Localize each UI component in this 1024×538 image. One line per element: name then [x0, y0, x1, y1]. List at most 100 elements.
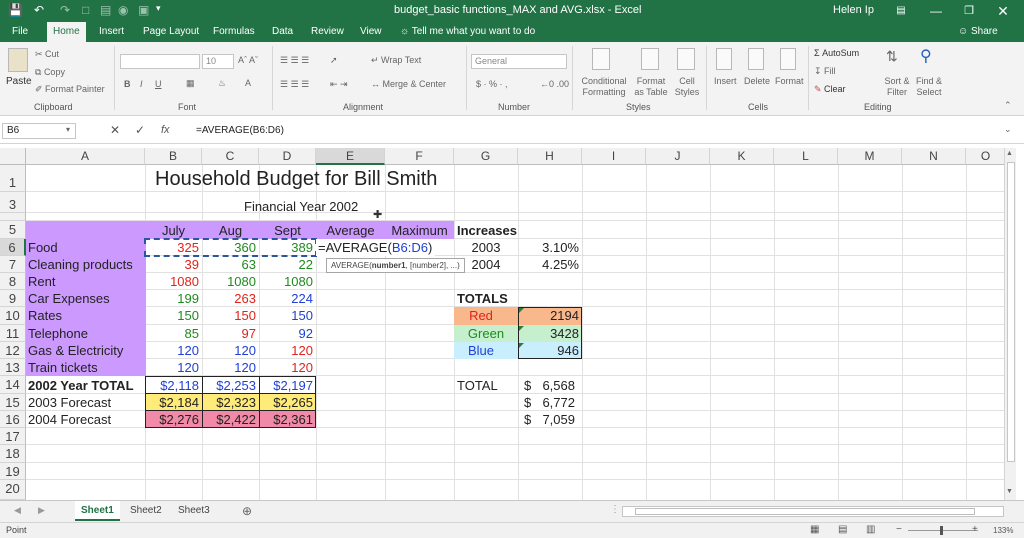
print-icon[interactable]: ▤ [100, 3, 111, 17]
merge-center-button[interactable]: ↔ Merge & Center [371, 79, 446, 89]
format-painter-button[interactable]: ✐ Format Painter [35, 84, 105, 95]
column-header[interactable]: E [316, 148, 385, 165]
tab-file[interactable]: File [12, 22, 28, 42]
delete-button[interactable]: Delete [744, 76, 770, 86]
tab-insert[interactable]: Insert [99, 22, 124, 42]
redo-icon[interactable]: ↷ [60, 3, 70, 17]
grand-total-value[interactable]: 7,059 [518, 411, 578, 428]
totals-value[interactable]: 3428 [518, 325, 582, 342]
row-header[interactable]: 12 [0, 342, 26, 359]
insert-cells-icon[interactable] [716, 48, 732, 70]
prev-sheet-icon[interactable]: ◀ [14, 505, 21, 516]
align-top-icon[interactable]: ☰ ☰ ☰ [280, 55, 309, 66]
column-header[interactable]: O [966, 148, 1006, 165]
column-header[interactable]: F [385, 148, 454, 165]
undo-icon[interactable]: ↶ [34, 3, 44, 17]
underline-icon[interactable]: U [155, 79, 162, 89]
column-header[interactable]: D [259, 148, 316, 165]
format-cells-icon[interactable] [780, 48, 796, 70]
zoom-out-icon[interactable]: − [896, 524, 902, 535]
forecast-cell[interactable]: $2,361 [259, 411, 316, 428]
find-select-button[interactable]: Find & Select [912, 76, 946, 98]
name-box[interactable]: B6 [2, 123, 76, 139]
tab-home[interactable]: Home [47, 22, 86, 42]
data-cell[interactable]: 150 [202, 307, 259, 324]
format-button[interactable]: Format [775, 76, 804, 86]
add-sheet-icon[interactable]: ⊕ [242, 504, 252, 518]
row-header-hidden[interactable] [0, 213, 26, 221]
scroll-thumb[interactable] [635, 508, 975, 515]
save-icon[interactable]: 💾 [8, 3, 23, 17]
row-header[interactable]: 15 [0, 394, 26, 411]
grand-total-value[interactable]: 6,772 [518, 394, 578, 411]
delete-cells-icon[interactable] [748, 48, 764, 70]
cut-button[interactable]: ✂ Cut [35, 49, 59, 60]
data-cell[interactable]: 120 [259, 342, 316, 359]
total-cell[interactable]: $2,197 [259, 377, 316, 394]
autosum-button[interactable]: Σ AutoSum [814, 48, 859, 58]
totals-value[interactable]: 946 [518, 342, 582, 359]
share-button[interactable]: ☺ Share [958, 22, 998, 42]
forecast-cell[interactable]: $2,323 [202, 394, 259, 411]
row-header[interactable]: 19 [0, 463, 26, 480]
align-left-icon[interactable]: ☰ ☰ ☰ [280, 79, 309, 90]
data-cell[interactable]: 199 [145, 290, 202, 307]
zoom-slider[interactable] [908, 530, 978, 531]
tab-split-handle-icon[interactable]: ⋮ [610, 504, 620, 515]
scroll-up-icon[interactable]: ▲ [1006, 150, 1013, 157]
data-cell[interactable]: 120 [259, 359, 316, 376]
next-sheet-icon[interactable]: ▶ [38, 505, 45, 516]
row-header[interactable]: 7 [0, 256, 26, 273]
sheet-tab-2[interactable]: Sheet2 [124, 501, 168, 521]
zoom-slider-thumb[interactable] [940, 526, 943, 535]
clear-button[interactable]: ✎ Clear [814, 84, 846, 95]
zoom-level[interactable]: 133% [993, 526, 1013, 535]
increase-pct[interactable]: 4.25% [518, 256, 582, 273]
format-as-table-icon[interactable] [641, 48, 659, 70]
sheet-tab-1[interactable]: Sheet1 [75, 501, 120, 521]
row-header[interactable]: 17 [0, 428, 26, 445]
accounting-format-icon[interactable]: $ · % · , [476, 79, 508, 89]
page-break-view-icon[interactable]: ▥ [866, 524, 875, 535]
column-header[interactable]: L [774, 148, 838, 165]
data-cell[interactable]: 1080 [259, 273, 316, 290]
row-header[interactable]: 9 [0, 290, 26, 307]
cell-styles-button[interactable]: Cell Styles [673, 76, 701, 98]
restore-icon[interactable]: ❐ [956, 2, 982, 20]
data-cell[interactable]: 150 [259, 307, 316, 324]
camera-icon[interactable]: ▣ [138, 3, 149, 17]
sort-filter-button[interactable]: Sort & Filter [880, 76, 914, 98]
tab-formulas[interactable]: Formulas [213, 22, 255, 42]
increase-pct[interactable]: 3.10% [518, 239, 582, 256]
data-cell[interactable]: 97 [202, 325, 259, 342]
forecast-cell[interactable]: $2,276 [145, 411, 202, 428]
conditional-formatting-icon[interactable] [592, 48, 610, 70]
minimize-icon[interactable]: — [923, 2, 949, 20]
column-header[interactable]: M [838, 148, 902, 165]
row-header[interactable]: 14 [0, 376, 26, 394]
enter-icon[interactable]: ✓ [135, 123, 145, 137]
user-name[interactable]: Helen Ip [833, 4, 874, 16]
row-header[interactable]: 13 [0, 359, 26, 376]
scroll-thumb[interactable] [1007, 162, 1015, 462]
column-header[interactable]: N [902, 148, 966, 165]
column-header[interactable]: A [26, 148, 145, 165]
conditional-formatting-button[interactable]: Conditional Formatting [578, 76, 630, 98]
sort-filter-icon[interactable]: ⇅ [886, 48, 898, 65]
sheet-tab-3[interactable]: Sheet3 [172, 501, 216, 521]
row-header[interactable]: 10 [0, 307, 26, 325]
cancel-icon[interactable]: ✕ [110, 123, 120, 137]
worksheet-grid[interactable]: A B C D E F G H I J K L M N O 1 3 5 6 7 … [0, 148, 1016, 500]
data-cell[interactable]: 120 [145, 359, 202, 376]
preview-icon[interactable]: ◉ [118, 3, 128, 17]
data-cell[interactable]: 22 [259, 256, 316, 273]
orientation-icon[interactable]: ➚ [330, 55, 338, 66]
select-all-corner[interactable] [0, 148, 26, 165]
font-grow-shrink-icon[interactable]: Aˆ Aˇ [238, 55, 258, 65]
data-cell[interactable]: 39 [145, 256, 202, 273]
font-size-box[interactable]: 10 [202, 54, 234, 69]
borders-icon[interactable]: ▦ [186, 78, 195, 89]
cell-styles-icon[interactable] [677, 48, 695, 70]
close-icon[interactable]: ✕ [990, 2, 1016, 20]
grand-total-value[interactable]: 6,568 [518, 377, 578, 394]
